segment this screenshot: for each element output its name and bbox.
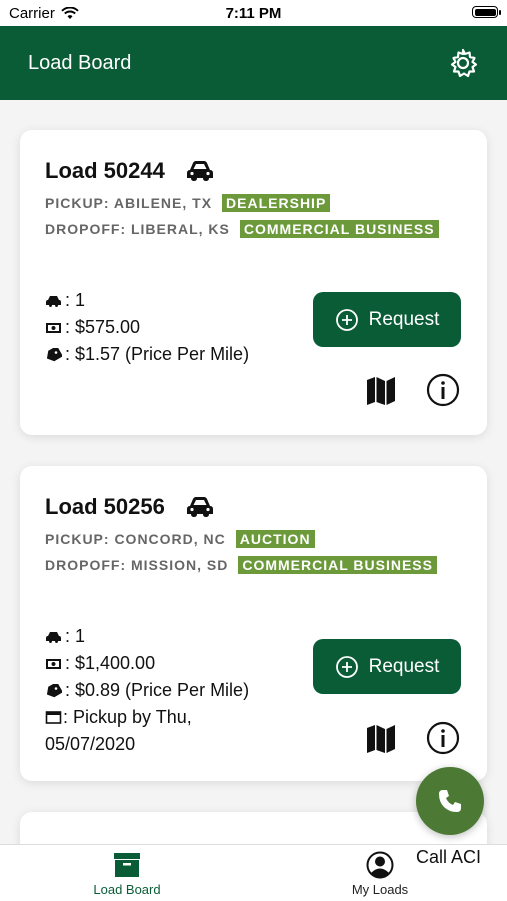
car-icon	[187, 497, 213, 517]
tab-label: My Loads	[351, 882, 409, 897]
battery-icon	[472, 6, 501, 18]
load-card: Load 50256 PICKUP: CONCORD, NC AUCTION D…	[20, 466, 487, 781]
load-list[interactable]: Load 50244 PICKUP: ABILENE, TX DEALERSHI…	[0, 100, 507, 844]
map-icon[interactable]	[365, 722, 397, 754]
call-aci-label: Call ACI	[416, 847, 482, 867]
pickup-date-row: : Pickup by Thu, 05/07/2020	[45, 704, 285, 758]
load-title: Load 50256	[45, 494, 165, 519]
request-button[interactable]: Request	[313, 292, 461, 347]
dropoff-location: DROPOFF: MISSION, SD COMMERCIAL BUSINESS	[45, 556, 437, 574]
archive-box-icon	[114, 853, 140, 877]
price: : $1,400.00	[65, 653, 156, 673]
price-row: : $1,400.00	[45, 653, 155, 674]
dropoff-location: DROPOFF: LIBERAL, KS COMMERCIAL BUSINESS	[45, 220, 439, 238]
dropoff-type-badge: COMMERCIAL BUSINESS	[239, 220, 439, 238]
gear-icon[interactable]	[447, 47, 479, 79]
map-icon[interactable]	[365, 374, 397, 406]
plus-circle-icon	[335, 308, 358, 331]
request-label: Request	[368, 308, 440, 330]
dropoff-type-badge: COMMERCIAL BUSINESS	[238, 556, 437, 574]
status-time: 7:11 PM	[225, 5, 282, 22]
status-bar: Carrier 7:11 PM	[0, 0, 507, 26]
price-row: : $575.00	[45, 317, 140, 338]
tag-icon	[46, 347, 62, 361]
pickup-location: PICKUP: ABILENE, TX DEALERSHIP	[45, 194, 331, 212]
pickup-label: PICKUP: CONCORD, NC	[45, 531, 226, 547]
money-icon	[46, 658, 61, 669]
price-per-mile-row: : $0.89 (Price Per Mile)	[45, 680, 249, 701]
request-button[interactable]: Request	[313, 639, 461, 694]
calendar-icon	[45, 711, 62, 724]
pickup-location: PICKUP: CONCORD, NC AUCTION	[45, 530, 315, 548]
phone-icon	[439, 790, 461, 812]
info-icon[interactable]	[426, 373, 460, 407]
vehicle-count: : 1	[65, 290, 86, 310]
vehicle-count: : 1	[65, 626, 86, 646]
request-label: Request	[368, 655, 440, 677]
user-circle-icon	[366, 851, 394, 879]
price-per-mile: : $1.57 (Price Per Mile)	[65, 344, 250, 364]
plus-circle-icon	[335, 655, 358, 678]
price: : $575.00	[65, 317, 141, 337]
info-icon[interactable]	[426, 721, 460, 755]
car-icon	[187, 161, 213, 181]
car-icon	[46, 295, 61, 307]
pickup-type-badge: DEALERSHIP	[222, 194, 331, 212]
price-per-mile: : $0.89 (Price Per Mile)	[65, 680, 250, 700]
load-title: Load 50244	[45, 158, 165, 183]
price-per-mile-row: : $1.57 (Price Per Mile)	[45, 344, 249, 365]
dropoff-label: DROPOFF: LIBERAL, KS	[45, 221, 230, 237]
pickup-label: PICKUP: ABILENE, TX	[45, 195, 213, 211]
tab-label: Load Board	[93, 882, 161, 897]
page-title: Load Board	[28, 52, 132, 74]
load-card: Load 50244 PICKUP: ABILENE, TX DEALERSHI…	[20, 130, 487, 435]
pickup-date: : Pickup by Thu, 05/07/2020	[45, 707, 192, 754]
tab-load-board[interactable]: Load Board	[67, 851, 187, 897]
tag-icon	[46, 683, 62, 697]
pickup-type-badge: AUCTION	[235, 530, 315, 548]
dropoff-label: DROPOFF: MISSION, SD	[45, 557, 229, 573]
money-icon	[46, 322, 61, 333]
call-aci-button[interactable]	[416, 767, 484, 835]
vehicle-count-row: : 1	[45, 626, 85, 647]
nav-header: Load Board	[0, 26, 507, 100]
vehicle-count-row: : 1	[45, 290, 85, 311]
load-card	[20, 812, 487, 844]
car-icon	[46, 631, 61, 643]
